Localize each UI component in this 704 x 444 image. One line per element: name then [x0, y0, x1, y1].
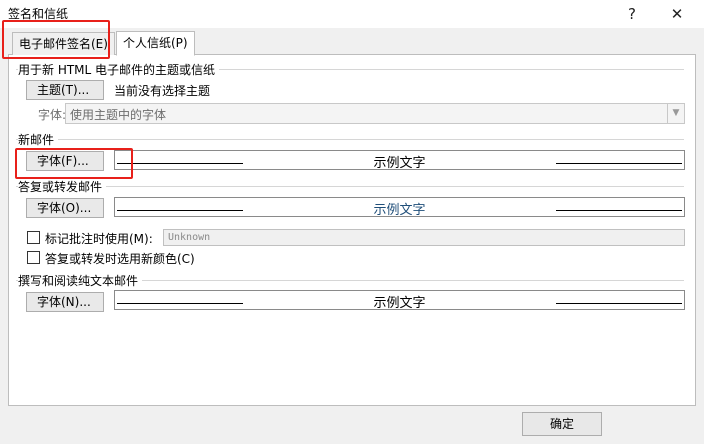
new-color-label: 答复或转发时选用新颜色(C)	[45, 252, 195, 266]
divider	[16, 186, 684, 187]
tab-personal-stationery[interactable]: 个人信纸(P)	[116, 31, 195, 56]
theme-status-text: 当前没有选择主题	[114, 84, 211, 98]
chevron-down-icon: ▼	[667, 104, 684, 123]
help-button[interactable]: ?	[617, 2, 647, 26]
close-button[interactable]: ✕	[662, 2, 692, 26]
theme-font-select: 使用主题中的字体 ▼	[65, 103, 685, 124]
plain-text-heading: 撰写和阅读纯文本邮件	[18, 272, 143, 289]
theme-button[interactable]: 主题(T)...	[26, 80, 104, 100]
reply-sample-text: 示例文字	[373, 203, 426, 218]
reply-font-preview: 示例文字	[114, 197, 685, 218]
new-mail-font-preview: 示例文字	[114, 150, 685, 171]
new-mail-heading: 新邮件	[18, 131, 59, 148]
font-label: 字体:	[38, 108, 67, 122]
plain-text-sample-text: 示例文字	[373, 296, 426, 311]
new-mail-sample-text: 示例文字	[373, 156, 426, 171]
ok-button[interactable]: 确定	[522, 412, 602, 436]
plain-text-font-button[interactable]: 字体(N)...	[26, 292, 104, 312]
mark-comments-label: 标记批注时使用(M):	[45, 232, 153, 246]
plain-text-font-preview: 示例文字	[114, 290, 685, 311]
mark-comments-input: Unknown	[163, 229, 685, 246]
highlight-box-signature-tab	[2, 20, 110, 59]
theme-font-value: 使用主题中的字体	[70, 108, 167, 122]
reply-heading: 答复或转发邮件	[18, 178, 107, 195]
new-color-checkbox[interactable]	[27, 251, 40, 264]
reply-font-button[interactable]: 字体(O)...	[26, 198, 104, 218]
theme-section-heading: 用于新 HTML 电子邮件的主题或信纸	[18, 61, 220, 78]
highlight-box-font-button	[15, 148, 133, 179]
mark-comments-checkbox[interactable]	[27, 231, 40, 244]
divider	[16, 139, 684, 140]
